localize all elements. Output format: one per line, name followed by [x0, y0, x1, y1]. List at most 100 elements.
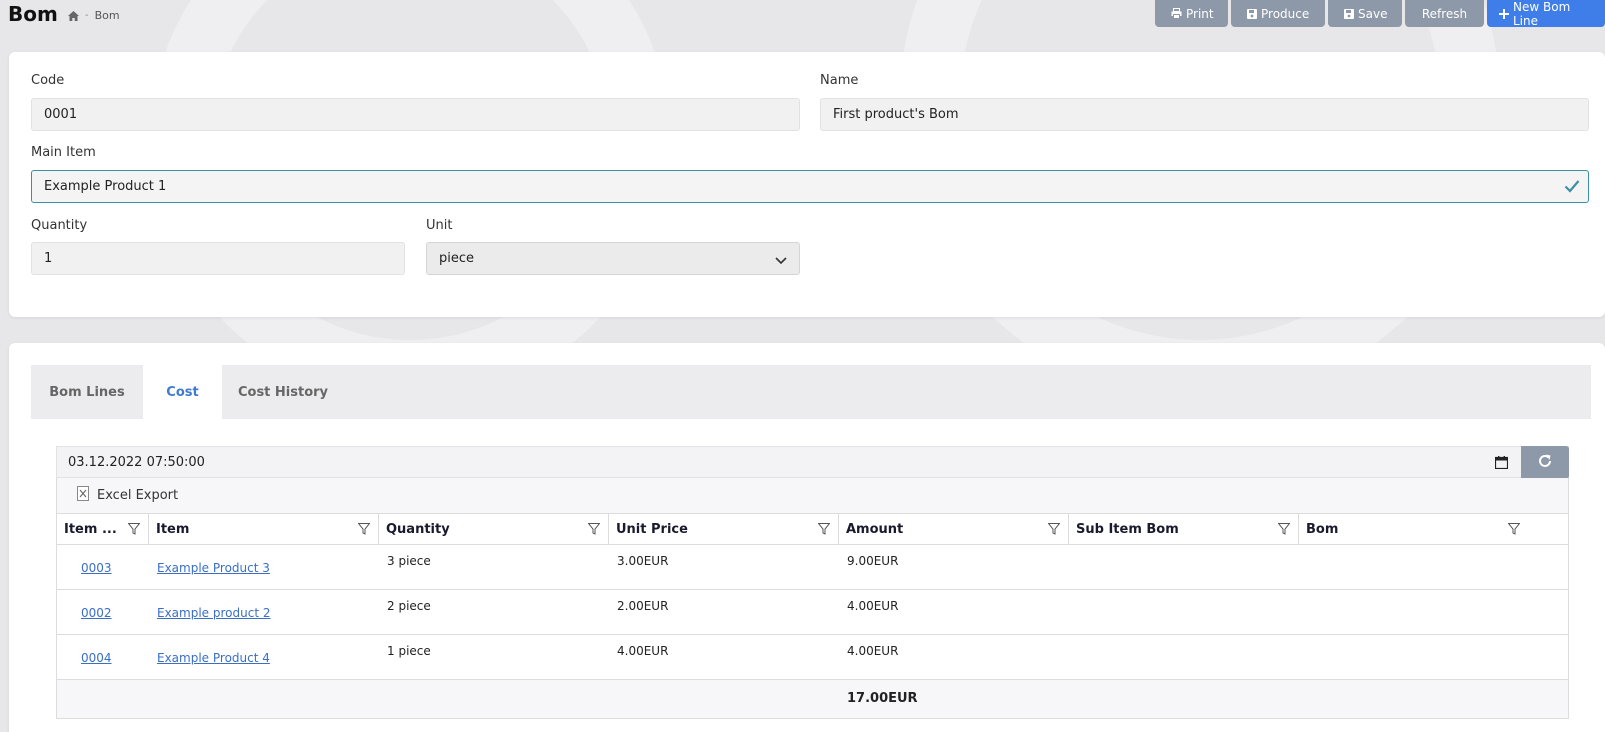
tab-bom-lines[interactable]: Bom Lines: [31, 365, 143, 419]
cell-item: Example product 2: [149, 590, 379, 634]
column-label: Bom: [1306, 522, 1339, 537]
column-label: Amount: [846, 522, 904, 537]
cost-grid: Excel Export Item ... Item Quantity Unit…: [56, 478, 1569, 719]
cell-amount: 4.00EUR: [847, 644, 899, 658]
cell-quantity: 2 piece: [387, 599, 431, 613]
table-row[interactable]: 0003 Example Product 3 3 piece 3.00EUR 9…: [57, 545, 1568, 590]
unit-label: Unit: [426, 218, 453, 233]
main-item-value: Example Product 1: [44, 179, 167, 194]
name-label: Name: [820, 73, 859, 88]
item-code-link[interactable]: 0002: [81, 606, 112, 620]
item-link[interactable]: Example product 2: [157, 606, 270, 620]
cell-bom: [1299, 635, 1528, 679]
main-item-input[interactable]: Example Product 1: [31, 170, 1589, 203]
cell-bom: [1299, 545, 1528, 589]
produce-label: Produce: [1261, 6, 1310, 21]
floppy-icon: [1247, 8, 1257, 19]
refresh-icon: [1537, 453, 1553, 473]
column-header-item-code[interactable]: Item ...: [57, 514, 149, 545]
column-header-sub-item-bom[interactable]: Sub Item Bom: [1069, 514, 1299, 545]
excel-icon: [77, 486, 89, 505]
cell-unit-price: 2.00EUR: [617, 599, 669, 613]
column-label: Item ...: [64, 522, 117, 537]
cost-date-input[interactable]: 03.12.2022 07:50:00: [56, 446, 1569, 479]
column-label: Item: [156, 522, 190, 537]
unit-select-value: piece: [439, 251, 475, 266]
item-link[interactable]: Example Product 4: [157, 651, 270, 665]
cell-item: Example Product 3: [149, 545, 379, 589]
cell-quantity: 1 piece: [387, 644, 431, 658]
table-row[interactable]: 0002 Example product 2 2 piece 2.00EUR 4…: [57, 590, 1568, 635]
filter-icon[interactable]: [1047, 523, 1061, 539]
refresh-label: Refresh: [1421, 6, 1468, 21]
save-label: Save: [1358, 6, 1388, 21]
refresh-button[interactable]: Refresh: [1405, 0, 1484, 27]
column-label: Quantity: [386, 522, 450, 537]
filter-icon[interactable]: [587, 523, 601, 539]
filter-icon[interactable]: [127, 523, 141, 539]
column-label: Sub Item Bom: [1076, 522, 1179, 537]
tab-bar: Bom Lines Cost Cost History: [31, 365, 1591, 419]
new-bom-line-label: New Bom Line: [1513, 0, 1571, 28]
produce-button[interactable]: Produce: [1231, 0, 1325, 27]
excel-export-label: Excel Export: [97, 488, 179, 503]
excel-export-button[interactable]: Excel Export: [77, 486, 178, 505]
item-code-link[interactable]: 0004: [81, 651, 112, 665]
column-header-bom[interactable]: Bom: [1299, 514, 1528, 545]
quantity-input[interactable]: 1: [31, 242, 405, 275]
cell-unit-price: 3.00EUR: [617, 554, 669, 568]
quantity-label: Quantity: [31, 218, 88, 233]
cell-item: Example Product 4: [149, 635, 379, 679]
cell-item-code: 0003: [57, 545, 149, 589]
top-bar: Bom - Bom Print Produce Save Refresh New…: [0, 0, 1605, 36]
cell-sub-item-bom: [1069, 545, 1299, 589]
grid-footer: 17.00EUR: [57, 680, 1568, 718]
tab-cost[interactable]: Cost: [143, 365, 222, 419]
calendar-icon[interactable]: [1494, 456, 1509, 473]
print-icon: [1171, 8, 1182, 19]
refresh-cost-button[interactable]: [1521, 446, 1569, 479]
plus-icon: [1499, 8, 1509, 19]
name-input[interactable]: First product's Bom: [820, 98, 1589, 131]
cell-amount: 4.00EUR: [847, 599, 899, 613]
grid-toolbar: Excel Export: [57, 478, 1568, 514]
cell-bom: [1299, 590, 1528, 634]
toolbar: Print Produce Save Refresh New Bom Line: [1155, 0, 1605, 28]
check-icon: [1564, 179, 1580, 197]
code-input[interactable]: 0001: [31, 98, 800, 131]
page-title: Bom: [8, 2, 58, 26]
cell-item-code: 0002: [57, 590, 149, 634]
breadcrumb-item-bom[interactable]: Bom: [95, 9, 120, 22]
column-header-amount[interactable]: Amount: [839, 514, 1069, 545]
floppy-icon: [1344, 8, 1354, 19]
column-label: Unit Price: [616, 522, 688, 537]
item-link[interactable]: Example Product 3: [157, 561, 270, 575]
column-header-unit-price[interactable]: Unit Price: [609, 514, 839, 545]
item-code-link[interactable]: 0003: [81, 561, 112, 575]
column-header-quantity[interactable]: Quantity: [379, 514, 609, 545]
cell-unit-price: 4.00EUR: [617, 644, 669, 658]
new-bom-line-button[interactable]: New Bom Line: [1487, 0, 1605, 28]
amount-total: 17.00EUR: [847, 691, 918, 706]
cost-date-value: 03.12.2022 07:50:00: [68, 455, 205, 470]
column-header-item[interactable]: Item: [149, 514, 379, 545]
cell-sub-item-bom: [1069, 635, 1299, 679]
print-button[interactable]: Print: [1155, 0, 1228, 27]
filter-icon[interactable]: [1277, 523, 1291, 539]
tab-cost-history[interactable]: Cost History: [222, 365, 344, 419]
grid-header: Item ... Item Quantity Unit Price Amount…: [57, 514, 1568, 545]
bom-details-card: Bom Lines Cost Cost History 03.12.2022 0…: [9, 343, 1605, 732]
home-icon[interactable]: [68, 10, 79, 21]
cell-sub-item-bom: [1069, 590, 1299, 634]
save-button[interactable]: Save: [1328, 0, 1402, 27]
filter-icon[interactable]: [817, 523, 831, 539]
cell-item-code: 0004: [57, 635, 149, 679]
breadcrumb-separator: -: [85, 10, 89, 21]
table-row[interactable]: 0004 Example Product 4 1 piece 4.00EUR 4…: [57, 635, 1568, 680]
filter-icon[interactable]: [1507, 523, 1521, 539]
filter-icon[interactable]: [357, 523, 371, 539]
unit-select[interactable]: piece: [426, 242, 800, 275]
code-label: Code: [31, 73, 65, 88]
cell-amount: 9.00EUR: [847, 554, 899, 568]
main-item-label: Main Item: [31, 145, 96, 160]
